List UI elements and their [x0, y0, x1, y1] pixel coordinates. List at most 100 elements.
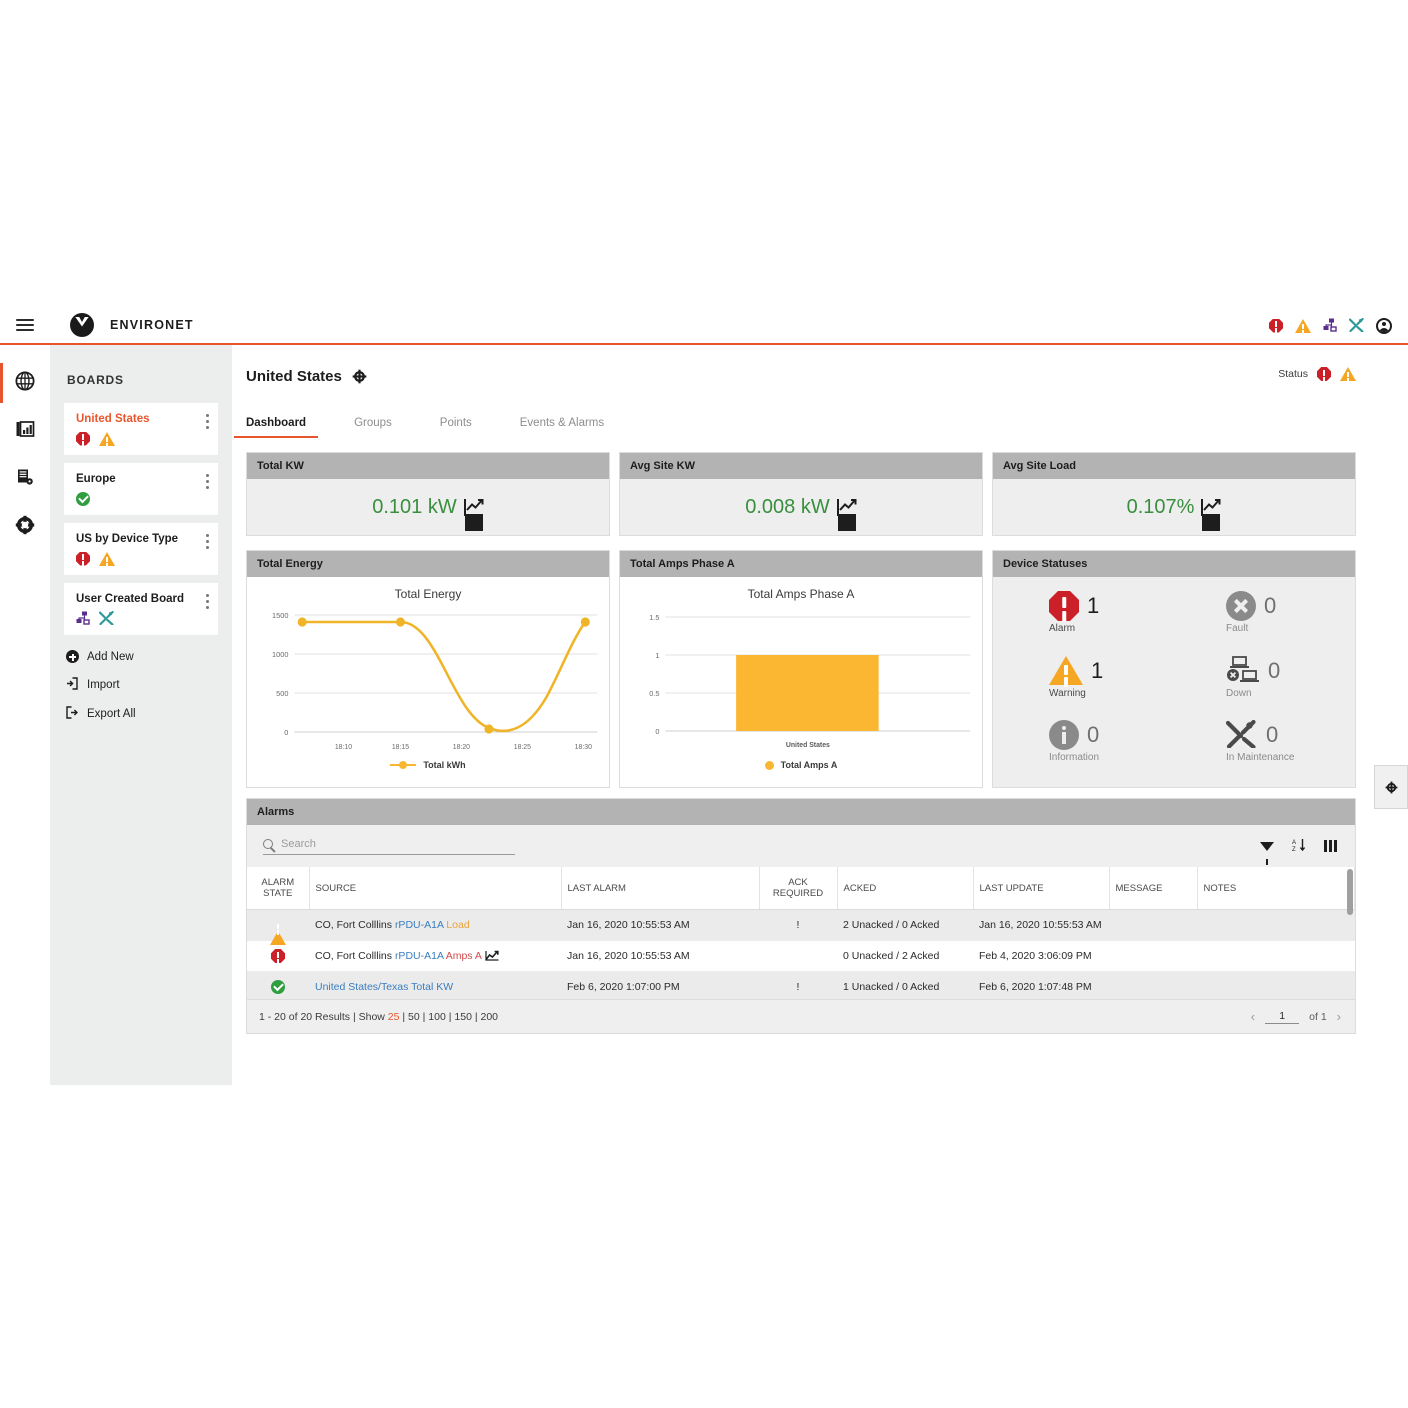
page-size-100[interactable]: 100	[428, 1011, 446, 1023]
filter-icon[interactable]	[1260, 842, 1274, 851]
legend-label: Total kWh	[423, 760, 465, 770]
source-point-link[interactable]: Amps A	[446, 950, 482, 962]
status-alarm[interactable]: 1 Alarm	[997, 589, 1174, 654]
network-icon[interactable]	[1323, 318, 1337, 334]
page-number-input[interactable]: 1	[1265, 1010, 1299, 1024]
alarms-table-scroll[interactable]: ALARM STATE SOURCE LAST ALARM ACK REQUIR…	[247, 867, 1355, 999]
table-row[interactable]: CO, Fort Colllins rPDU-A1A Load Jan 16, …	[247, 910, 1355, 941]
trend-chart-icon[interactable]	[837, 498, 857, 516]
cell-source[interactable]: CO, Fort Colllins rPDU-A1A Amps A	[309, 941, 561, 972]
alarm-octagon-icon[interactable]	[1269, 319, 1283, 333]
source-device-link[interactable]: rPDU-A1A	[395, 919, 446, 931]
rail-item-settings[interactable]	[0, 503, 50, 551]
status-information[interactable]: 0 Information	[997, 718, 1174, 783]
warning-triangle-icon[interactable]	[1340, 367, 1356, 381]
column-notes[interactable]: NOTES	[1197, 867, 1355, 910]
status-down[interactable]: 0 Down	[1174, 654, 1351, 719]
card-title: Total Amps Phase A	[620, 551, 982, 577]
page-size-150[interactable]: 150	[454, 1011, 472, 1023]
panel-settings-button[interactable]	[1374, 765, 1408, 809]
columns-icon[interactable]	[1324, 840, 1337, 852]
cell-acked[interactable]: 1 Unacked / 0 Acked	[837, 972, 973, 1000]
tab-dashboard[interactable]: Dashboard	[246, 411, 306, 438]
table-row[interactable]: CO, Fort Colllins rPDU-A1A Amps A Jan 16…	[247, 941, 1355, 972]
alarm-octagon-icon[interactable]	[1317, 367, 1331, 381]
chart-title: Total Energy	[255, 587, 601, 601]
cell-acked[interactable]: 0 Unacked / 2 Acked	[837, 941, 973, 972]
column-message[interactable]: MESSAGE	[1109, 867, 1197, 910]
rail-item-globe[interactable]	[0, 359, 50, 407]
import-icon	[66, 677, 79, 692]
tab-points[interactable]: Points	[440, 411, 472, 438]
rail-item-devices[interactable]	[0, 455, 50, 503]
column-last-update[interactable]: LAST UPDATE	[973, 867, 1109, 910]
cell-acked[interactable]: 2 Unacked / 0 Acked	[837, 910, 973, 941]
column-acked[interactable]: ACKED	[837, 867, 973, 910]
board-menu-icon[interactable]	[206, 594, 209, 612]
trend-chart-icon[interactable]	[464, 498, 484, 516]
tools-icon[interactable]	[1349, 318, 1364, 334]
gear-icon[interactable]	[354, 371, 365, 382]
page-size-200[interactable]: 200	[480, 1011, 498, 1023]
board-menu-icon[interactable]	[206, 474, 209, 492]
board-card-us-by-device-type[interactable]: US by Device Type	[64, 523, 218, 575]
column-source[interactable]: SOURCE	[309, 867, 561, 910]
board-card-user-created-board[interactable]: User Created Board	[64, 583, 218, 635]
board-card-europe[interactable]: Europe	[64, 463, 218, 515]
prev-page-button[interactable]: ‹	[1251, 1009, 1255, 1024]
menu-icon[interactable]	[16, 316, 34, 334]
column-last-alarm[interactable]: LAST ALARM	[561, 867, 759, 910]
warning-triangle-icon[interactable]	[1295, 319, 1311, 333]
source-device-link[interactable]: rPDU-A1A	[395, 950, 446, 962]
add-new-board-button[interactable]: Add New	[50, 643, 232, 670]
chart-legend: Total kWh	[255, 760, 601, 770]
search-box[interactable]	[263, 838, 515, 855]
alarms-toolbar: AZ	[247, 825, 1355, 867]
table-scrollbar-thumb[interactable]	[1347, 869, 1353, 915]
search-input[interactable]	[281, 838, 515, 850]
cell-last-update: Feb 4, 2020 3:06:09 PM	[973, 941, 1109, 972]
status-in-maintenance[interactable]: 0 In Maintenance	[1174, 718, 1351, 783]
trend-chart-icon[interactable]	[1201, 498, 1221, 516]
cell-last-alarm: Jan 16, 2020 10:55:53 AM	[561, 941, 759, 972]
page-size-50[interactable]: 50	[408, 1011, 420, 1023]
source-point-link[interactable]: Total KW	[411, 981, 453, 993]
status-label: In Maintenance	[1226, 752, 1351, 763]
cell-source[interactable]: United States/Texas Total KW	[309, 972, 561, 1000]
tab-events-alarms[interactable]: Events & Alarms	[520, 411, 604, 438]
card-title: Device Statuses	[993, 551, 1355, 577]
cell-ack-required: !	[759, 972, 837, 1000]
source-point-link[interactable]: Load	[446, 919, 469, 931]
sort-az-icon[interactable]: AZ	[1292, 838, 1306, 854]
status-count: 0	[1087, 722, 1099, 748]
source-device-link[interactable]: United States/Texas	[315, 981, 411, 993]
cell-alarm-state	[247, 972, 309, 1000]
card-title: Total Energy	[247, 551, 609, 577]
export-all-button[interactable]: Export All	[50, 699, 232, 728]
chart-row: Total Energy Total Energy	[246, 550, 1356, 788]
board-menu-icon[interactable]	[206, 534, 209, 552]
user-account-icon[interactable]	[1376, 318, 1392, 334]
column-ack-required[interactable]: ACK REQUIRED	[759, 867, 837, 910]
cell-source[interactable]: CO, Fort Colllins rPDU-A1A Load	[309, 910, 561, 941]
cell-message	[1109, 972, 1197, 1000]
trend-chart-icon[interactable]	[485, 950, 499, 961]
info-circle-icon	[1049, 720, 1079, 750]
status-count: 0	[1264, 593, 1276, 619]
rail-item-reports[interactable]	[0, 407, 50, 455]
board-card-united-states[interactable]: United States	[64, 403, 218, 455]
card-body: 0.107%	[993, 479, 1355, 535]
page-size-25[interactable]: 25	[388, 1011, 400, 1023]
board-menu-icon[interactable]	[206, 414, 209, 432]
alarms-panel-title: Alarms	[247, 799, 1355, 825]
tab-groups[interactable]: Groups	[354, 411, 392, 438]
source-plain: CO, Fort Colllins	[315, 950, 395, 962]
alarm-octagon-icon	[1049, 591, 1079, 621]
column-alarm-state[interactable]: ALARM STATE	[247, 867, 309, 910]
status-fault[interactable]: 0 Fault	[1174, 589, 1351, 654]
import-board-button[interactable]: Import	[50, 670, 232, 699]
table-row[interactable]: United States/Texas Total KW Feb 6, 2020…	[247, 972, 1355, 1000]
status-warning[interactable]: 1 Warning	[997, 654, 1174, 719]
next-page-button[interactable]: ›	[1337, 1009, 1341, 1024]
alarm-octagon-icon	[271, 949, 285, 963]
